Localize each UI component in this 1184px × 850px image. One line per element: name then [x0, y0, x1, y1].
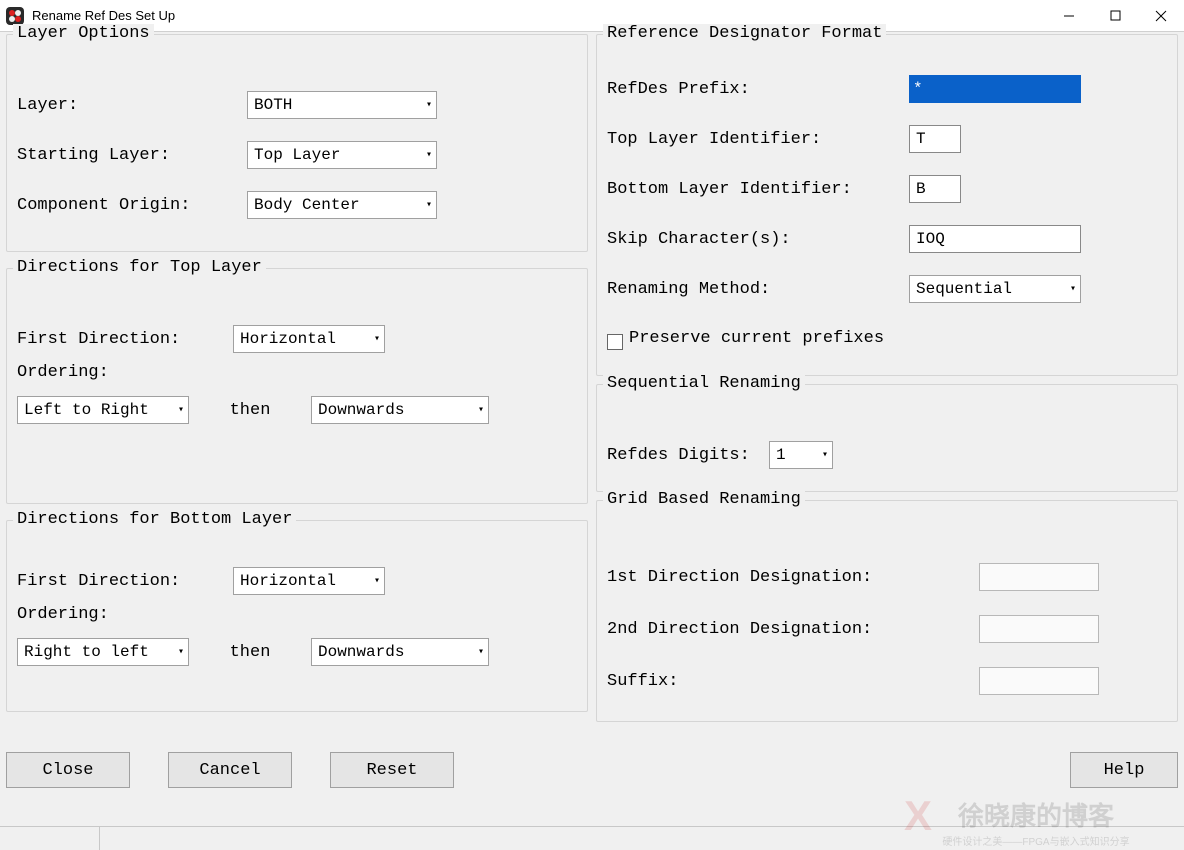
- grid-suffix-label: Suffix:: [607, 672, 979, 691]
- grid-renaming-group: Grid Based Renaming 1st Direction Design…: [596, 500, 1178, 722]
- component-origin-label: Component Origin:: [17, 196, 247, 215]
- grid-renaming-title: Grid Based Renaming: [603, 490, 805, 509]
- chevron-down-icon: ▾: [426, 149, 432, 161]
- layer-options-group: Layer Options Layer: BOTH ▾ Starting Lay…: [6, 34, 588, 252]
- skip-chars-input[interactable]: [909, 225, 1081, 253]
- window-controls: [1046, 0, 1184, 32]
- left-column: Layer Options Layer: BOTH ▾ Starting Lay…: [6, 34, 588, 720]
- top-order1-value: Left to Right: [24, 401, 149, 419]
- chevron-down-icon: ▾: [478, 646, 484, 658]
- chevron-down-icon: ▾: [178, 404, 184, 416]
- refdes-format-title: Reference Designator Format: [603, 24, 886, 43]
- grid-d1-label: 1st Direction Designation:: [607, 568, 979, 587]
- maximize-icon: [1110, 10, 1121, 21]
- directions-top-group: Directions for Top Layer First Direction…: [6, 268, 588, 504]
- starting-layer-value: Top Layer: [254, 146, 340, 164]
- reset-button-label: Reset: [366, 761, 417, 780]
- close-button-label: Close: [42, 761, 93, 780]
- bottom-layer-id-input[interactable]: [909, 175, 961, 203]
- refdes-prefix-input[interactable]: [909, 75, 1081, 103]
- layer-select[interactable]: BOTH ▾: [247, 91, 437, 119]
- refdes-prefix-label: RefDes Prefix:: [607, 80, 909, 99]
- skip-chars-label: Skip Character(s):: [607, 230, 909, 249]
- refdes-digits-label: Refdes Digits:: [607, 446, 769, 465]
- sequential-renaming-group: Sequential Renaming Refdes Digits: 1 ▾: [596, 384, 1178, 492]
- top-first-direction-select[interactable]: Horizontal ▾: [233, 325, 385, 353]
- maximize-button[interactable]: [1092, 0, 1138, 32]
- renaming-method-value: Sequential: [916, 280, 1012, 298]
- bottom-first-direction-select[interactable]: Horizontal ▾: [233, 567, 385, 595]
- preserve-prefixes-checkbox[interactable]: [607, 334, 623, 350]
- bottom-ordering-label: Ordering:: [17, 605, 109, 624]
- chevron-down-icon: ▾: [478, 404, 484, 416]
- refdes-format-group: Reference Designator Format RefDes Prefi…: [596, 34, 1178, 376]
- bottom-first-direction-label: First Direction:: [17, 572, 233, 591]
- sequential-renaming-title: Sequential Renaming: [603, 374, 805, 393]
- right-column: Reference Designator Format RefDes Prefi…: [596, 34, 1178, 730]
- help-button-label: Help: [1104, 761, 1145, 780]
- preserve-prefixes-label: Preserve current prefixes: [629, 329, 884, 348]
- starting-layer-label: Starting Layer:: [17, 146, 247, 165]
- directions-top-title: Directions for Top Layer: [13, 258, 266, 277]
- grid-suffix-input: [979, 667, 1099, 695]
- top-order2-value: Downwards: [318, 401, 404, 419]
- layer-label: Layer:: [17, 96, 247, 115]
- close-button[interactable]: Close: [6, 752, 130, 788]
- status-bar: [0, 826, 1184, 850]
- help-button[interactable]: Help: [1070, 752, 1178, 788]
- top-first-direction-label: First Direction:: [17, 330, 233, 349]
- close-icon: [1155, 10, 1167, 22]
- window-title: Rename Ref Des Set Up: [32, 8, 175, 23]
- chevron-down-icon: ▾: [374, 333, 380, 345]
- component-origin-select[interactable]: Body Center ▾: [247, 191, 437, 219]
- chevron-down-icon: ▾: [426, 199, 432, 211]
- renaming-method-select[interactable]: Sequential ▾: [909, 275, 1081, 303]
- directions-bottom-group: Directions for Bottom Layer First Direct…: [6, 520, 588, 712]
- chevron-down-icon: ▾: [374, 575, 380, 587]
- chevron-down-icon: ▾: [426, 99, 432, 111]
- grid-d1-input: [979, 563, 1099, 591]
- close-button[interactable]: [1138, 0, 1184, 32]
- grid-d2-input: [979, 615, 1099, 643]
- bottom-then-label: then: [189, 643, 311, 662]
- status-segment: [0, 827, 100, 850]
- top-layer-id-input[interactable]: [909, 125, 961, 153]
- bottom-layer-id-label: Bottom Layer Identifier:: [607, 180, 909, 199]
- reset-button[interactable]: Reset: [330, 752, 454, 788]
- starting-layer-select[interactable]: Top Layer ▾: [247, 141, 437, 169]
- refdes-digits-value: 1: [776, 446, 786, 464]
- title-bar: Rename Ref Des Set Up: [0, 0, 1184, 32]
- chevron-down-icon: ▾: [1070, 283, 1076, 295]
- client-area: Layer Options Layer: BOTH ▾ Starting Lay…: [0, 32, 1184, 850]
- minimize-icon: [1063, 10, 1075, 22]
- bottom-first-direction-value: Horizontal: [240, 572, 336, 590]
- refdes-digits-select[interactable]: 1 ▾: [769, 441, 833, 469]
- chevron-down-icon: ▾: [178, 646, 184, 658]
- cancel-button-label: Cancel: [199, 761, 260, 780]
- top-ordering-label: Ordering:: [17, 363, 109, 382]
- button-bar: Close Cancel Reset Help: [6, 752, 1178, 788]
- cancel-button[interactable]: Cancel: [168, 752, 292, 788]
- component-origin-value: Body Center: [254, 196, 360, 214]
- top-then-label: then: [189, 401, 311, 420]
- minimize-button[interactable]: [1046, 0, 1092, 32]
- bottom-order2-value: Downwards: [318, 643, 404, 661]
- chevron-down-icon: ▾: [822, 449, 828, 461]
- bottom-order1-value: Right to left: [24, 643, 149, 661]
- directions-bottom-title: Directions for Bottom Layer: [13, 510, 296, 529]
- bottom-order1-select[interactable]: Right to left ▾: [17, 638, 189, 666]
- layer-select-value: BOTH: [254, 96, 292, 114]
- renaming-method-label: Renaming Method:: [607, 280, 909, 299]
- app-icon: [6, 7, 24, 25]
- layer-options-title: Layer Options: [13, 24, 154, 43]
- grid-d2-label: 2nd Direction Designation:: [607, 620, 979, 639]
- top-order2-select[interactable]: Downwards ▾: [311, 396, 489, 424]
- top-first-direction-value: Horizontal: [240, 330, 336, 348]
- bottom-order2-select[interactable]: Downwards ▾: [311, 638, 489, 666]
- top-order1-select[interactable]: Left to Right ▾: [17, 396, 189, 424]
- top-layer-id-label: Top Layer Identifier:: [607, 130, 909, 149]
